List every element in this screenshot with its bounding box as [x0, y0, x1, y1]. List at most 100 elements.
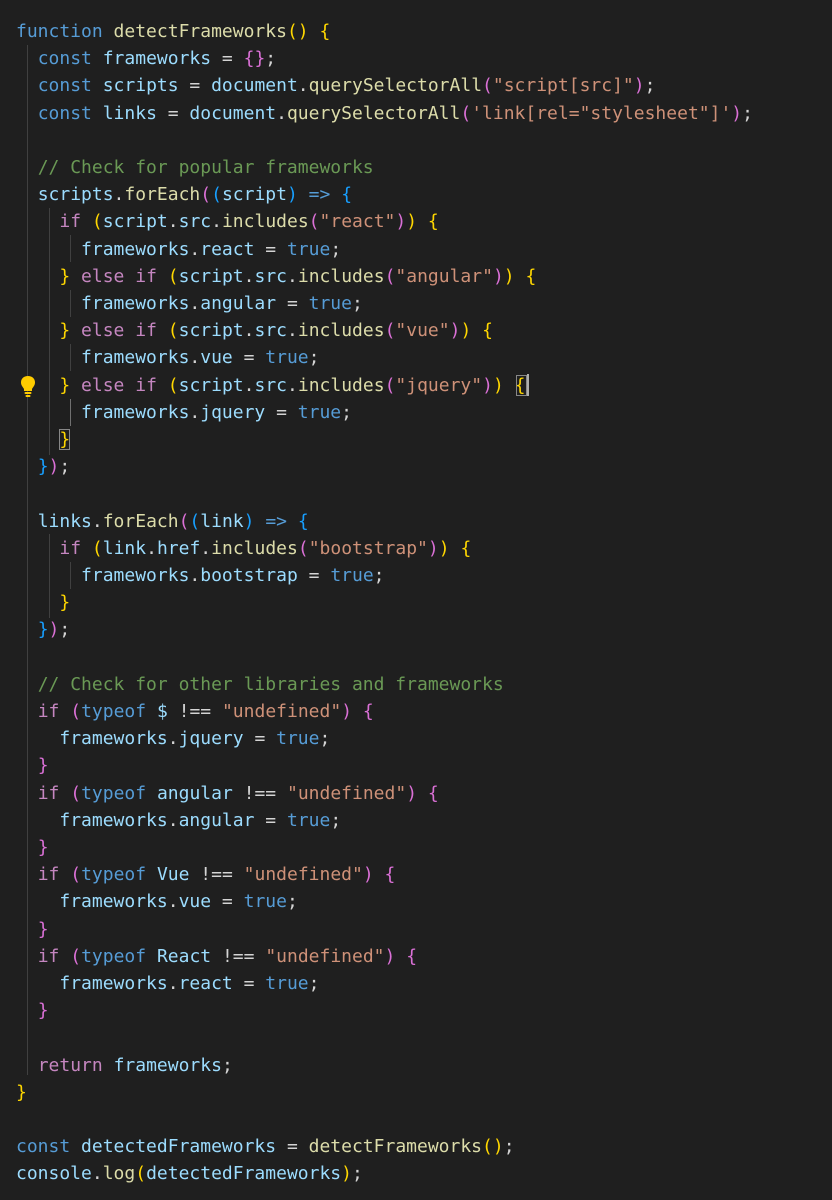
- string-literal-token: "angular": [395, 265, 493, 287]
- bracket-token: }: [16, 1081, 27, 1103]
- code-line[interactable]: if (typeof $ !== "undefined") {: [16, 698, 374, 725]
- code-token: ;: [330, 238, 342, 260]
- code-line[interactable]: frameworks.jquery = true;: [16, 725, 330, 752]
- identifier-token: frameworks: [81, 565, 190, 586]
- function-name-token: detectFrameworks: [308, 1136, 483, 1158]
- identifier-token: jquery: [200, 401, 266, 423]
- code-line[interactable]: function detectFrameworks() {: [16, 18, 330, 45]
- code-line[interactable]: console.log(detectedFrameworks);: [16, 1160, 363, 1187]
- code-token: =: [211, 48, 244, 70]
- keyword-token: true: [243, 891, 287, 913]
- code-line[interactable]: links.forEach((link) => {: [16, 508, 309, 535]
- bracket-token: (: [482, 75, 493, 97]
- code-editor[interactable]: function detectFrameworks() { const fram…: [0, 0, 832, 1200]
- string-literal-token: "undefined": [243, 864, 363, 886]
- code-line[interactable]: frameworks.vue = true;: [16, 888, 297, 915]
- bracket-token: }: [59, 374, 71, 396]
- keyword-token: =>: [308, 184, 331, 206]
- code-token: .: [287, 374, 298, 396]
- code-line[interactable]: frameworks.bootstrap = true;: [16, 562, 384, 589]
- code-token: ;: [265, 48, 277, 70]
- code-line[interactable]: });: [16, 453, 71, 480]
- code-token: =: [276, 293, 309, 314]
- bracket-token: {: [406, 945, 418, 967]
- code-line[interactable]: frameworks.angular = true;: [16, 290, 363, 317]
- bracket-token: }: [37, 619, 49, 641]
- bracket-token: ): [362, 864, 374, 886]
- bracket-token: (: [308, 211, 320, 233]
- code-line[interactable]: const links = document.querySelectorAll(…: [16, 100, 753, 127]
- bracket-token: {: [341, 184, 353, 206]
- identifier-token: frameworks: [81, 293, 190, 314]
- code-line[interactable]: if (typeof React !== "undefined") {: [16, 943, 417, 970]
- code-line[interactable]: }: [16, 997, 49, 1024]
- control-keyword-token: if: [37, 782, 60, 804]
- bracket-token: (: [70, 864, 82, 886]
- code-line[interactable]: frameworks.react = true;: [16, 970, 319, 997]
- function-name-token: detectFrameworks: [113, 21, 287, 42]
- bracket-token: ): [492, 374, 504, 396]
- code-line[interactable]: } else if (script.src.includes("vue")) {: [16, 317, 493, 344]
- code-line[interactable]: if (script.src.includes("react")) {: [16, 208, 438, 235]
- code-line[interactable]: } else if (script.src.includes("jquery")…: [16, 372, 525, 399]
- code-line[interactable]: frameworks.angular = true;: [16, 807, 341, 834]
- bracket-token: }: [37, 456, 49, 478]
- code-token: .: [113, 184, 125, 206]
- code-line[interactable]: }: [16, 834, 49, 861]
- code-line[interactable]: // Check for other libraries and framewo…: [16, 671, 504, 698]
- bracket-token: }: [37, 755, 49, 777]
- code-line[interactable]: frameworks.jquery = true;: [16, 399, 352, 426]
- bracket-token: (: [91, 211, 103, 233]
- identifier-token: react: [200, 238, 255, 260]
- keyword-token: function: [16, 21, 103, 42]
- code-line[interactable]: const detectedFrameworks = detectFramewo…: [16, 1133, 515, 1160]
- code-token: =: [254, 809, 287, 831]
- code-line[interactable]: } else if (script.src.includes("angular"…: [16, 263, 536, 290]
- code-line[interactable]: }: [16, 916, 49, 943]
- bracket-token: {: [319, 21, 331, 42]
- bracket-token: ): [48, 456, 60, 478]
- code-line[interactable]: }: [16, 1079, 27, 1106]
- code-token: ;: [341, 401, 352, 423]
- lightbulb-icon[interactable]: [19, 374, 37, 398]
- identifier-token: frameworks: [81, 347, 190, 369]
- code-line[interactable]: if (typeof angular !== "undefined") {: [16, 780, 439, 807]
- code-line[interactable]: if (link.href.includes("bootstrap")) {: [16, 535, 471, 562]
- code-line[interactable]: frameworks.vue = true;: [16, 344, 319, 371]
- code-token: !==: [189, 864, 244, 886]
- code-line[interactable]: });: [16, 616, 71, 643]
- code-line[interactable]: frameworks.react = true;: [16, 236, 341, 263]
- code-line[interactable]: const frameworks = {};: [16, 45, 276, 72]
- code-line[interactable]: const scripts = document.querySelectorAl…: [16, 72, 656, 99]
- code-token: .: [287, 265, 298, 287]
- bracket-token: (: [189, 510, 201, 532]
- bracket-token: }: [37, 837, 49, 858]
- bracket-token: ): [438, 537, 450, 559]
- code-token: ;: [644, 75, 656, 97]
- code-line[interactable]: return frameworks;: [16, 1052, 233, 1079]
- code-line[interactable]: scripts.forEach((script) => {: [16, 181, 352, 208]
- code-line[interactable]: if (typeof Vue !== "undefined") {: [16, 861, 396, 888]
- string-literal-token: "jquery": [395, 374, 483, 396]
- code-line[interactable]: // Check for popular frameworks: [16, 154, 374, 181]
- bracket-token: (: [297, 537, 309, 559]
- code-token: .: [91, 510, 103, 532]
- code-line[interactable]: }: [16, 752, 49, 779]
- code-line[interactable]: }: [16, 589, 70, 616]
- keyword-token: const: [37, 48, 92, 70]
- identifier-token: $: [156, 701, 168, 722]
- keyword-token: true: [276, 728, 320, 750]
